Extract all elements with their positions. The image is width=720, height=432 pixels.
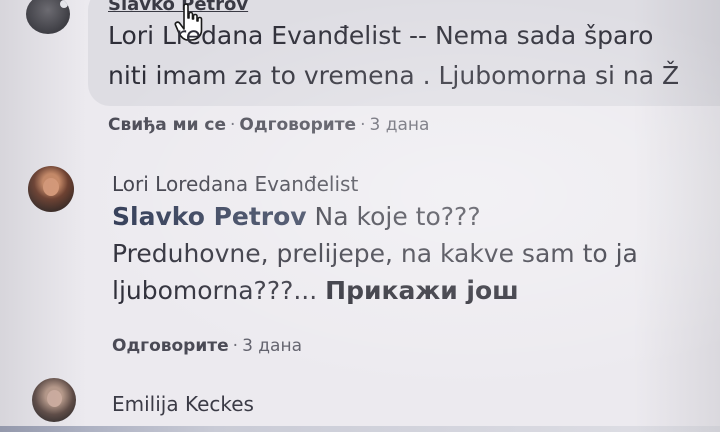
avatar-face <box>43 178 59 196</box>
comment-text-lori: Slavko Petrov Na koje to??? Preduhovne, … <box>112 198 638 309</box>
comment-author-lori[interactable]: Lori Loredana Evanđelist <box>112 172 358 196</box>
comment-timestamp[interactable]: 3 дана <box>242 336 302 356</box>
comment-line: niti imam za to vremena . Ljubomorna si … <box>108 61 680 90</box>
reply-link[interactable]: Одговорите <box>239 115 356 135</box>
comment-line: Lori Lredana Evanđelist -- Nema sada špa… <box>108 21 654 50</box>
comment-actions-lori: Одговорите · 3 дана <box>112 336 302 356</box>
separator: · <box>232 336 239 356</box>
avatar-emilija[interactable] <box>32 378 76 422</box>
mention-slavko[interactable]: Slavko Petrov <box>112 202 307 231</box>
separator: · <box>230 115 236 135</box>
reply-link[interactable]: Одговорите <box>112 336 229 356</box>
comment-line: Preduhovne, prelijepe, na kakve sam to j… <box>112 239 638 268</box>
comment-author-emilija[interactable]: Emilija Keckes <box>112 392 254 416</box>
comment-actions-slavko: Свиђа ми се · Одговорите · 3 дана <box>108 115 429 135</box>
comment-timestamp[interactable]: 3 дана <box>369 115 429 135</box>
mention-lori[interactable]: Lori Lredana Evanđelist <box>108 21 401 50</box>
comment-line: ljubomorna???... Прикажи још <box>112 276 519 305</box>
avatar-lori[interactable] <box>28 166 74 212</box>
see-more-link[interactable]: Прикажи још <box>325 276 519 305</box>
taskbar-edge <box>0 426 720 432</box>
comment-line: Slavko Petrov Na koje to??? <box>112 202 481 231</box>
online-badge <box>60 0 68 8</box>
avatar-face <box>47 390 62 407</box>
like-link[interactable]: Свиђа ми се <box>108 115 226 135</box>
avatar-slavko[interactable] <box>26 0 70 34</box>
comment-text-slavko: Lori Lredana Evanđelist -- Nema sada špa… <box>108 16 679 96</box>
separator: · <box>360 115 366 135</box>
